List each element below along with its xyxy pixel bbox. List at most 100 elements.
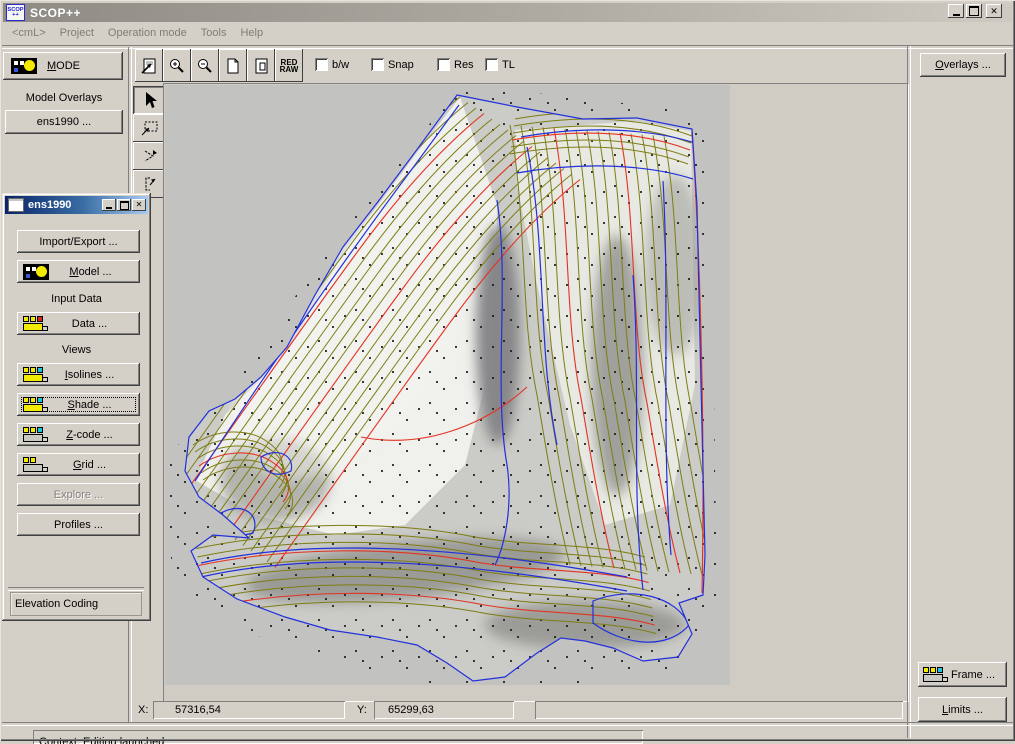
menu-help[interactable]: Help: [240, 27, 263, 39]
z-code-icon: [23, 427, 48, 443]
snap-checkbox-group: Snap: [371, 58, 414, 71]
res-checkbox-label: Res: [454, 59, 474, 71]
zoom-out-icon: [196, 57, 214, 75]
tl-checkbox-label: TL: [502, 59, 515, 71]
bracket-arrow-icon: [140, 174, 160, 194]
x-coordinate-value: 57316,54: [175, 704, 221, 716]
elevation-coding-label: Elevation Coding: [15, 598, 98, 610]
zoom-out-button[interactable]: [191, 49, 219, 82]
new-view-button[interactable]: [219, 49, 247, 82]
fit-view-icon: [140, 57, 158, 75]
grid-button[interactable]: Grid ...: [17, 453, 140, 476]
y-coordinate-field: 65299,63: [374, 701, 514, 719]
limits-button[interactable]: Limits ...: [918, 697, 1007, 722]
maximize-icon: [120, 201, 129, 210]
res-checkbox[interactable]: [437, 58, 450, 71]
red-raw-button[interactable]: REDRAW: [275, 49, 303, 82]
zoom-region-tool-button[interactable]: [133, 114, 167, 142]
y-coordinate-label: Y:: [357, 704, 367, 716]
title-bar[interactable]: SCOP++ SCOP++ ✕: [3, 3, 1012, 22]
close-icon: ✕: [990, 7, 998, 16]
overlays-button-label: O: [935, 59, 944, 71]
maximize-icon: [969, 6, 979, 16]
bw-checkbox[interactable]: [315, 58, 328, 71]
shade-button-label: S: [67, 399, 74, 411]
ens1990-title-bar[interactable]: ens1990 ✕: [5, 196, 148, 214]
ens1990-overlay-button-label: ens1990 ...: [37, 116, 91, 128]
snap-checkbox[interactable]: [371, 58, 384, 71]
x-coordinate-label: X:: [138, 704, 148, 716]
close-icon: ✕: [136, 201, 143, 209]
tl-checkbox[interactable]: [485, 58, 498, 71]
z-code-button[interactable]: Z-code ...: [17, 423, 140, 446]
y-coordinate-value: 65299,63: [388, 704, 434, 716]
tl-checkbox-group: TL: [485, 58, 515, 71]
mode-button[interactable]: MODE: [3, 52, 123, 80]
profiles-button-label: Profiles ...: [54, 519, 103, 531]
dashed-rect-arrow-icon: [140, 118, 160, 138]
frame-icon: [923, 667, 948, 683]
chevron-arrow-icon: [140, 146, 160, 166]
frame-button-label: Frame ...: [951, 669, 995, 681]
bw-checkbox-label: b/w: [332, 59, 349, 71]
ens1990-maximize-button[interactable]: [117, 199, 131, 211]
minimize-button[interactable]: [948, 4, 964, 18]
footer-separator: [8, 587, 144, 591]
elevation-coding-box[interactable]: Elevation Coding: [10, 592, 142, 616]
minimize-icon: [106, 207, 112, 209]
data-button[interactable]: Data ...: [17, 312, 140, 335]
right-panel-separator: [907, 46, 911, 738]
terrain-map-view[interactable]: [165, 85, 730, 685]
import-export-button[interactable]: Import/Export ...: [17, 230, 140, 253]
data-icon: [23, 316, 48, 332]
grid-button-label: G: [73, 459, 82, 471]
bw-checkbox-group: b/w: [315, 58, 349, 71]
select-tool-button[interactable]: [133, 86, 167, 114]
shade-icon: [23, 397, 48, 413]
mode-icon: [11, 58, 37, 74]
explore-button-label: Explore ...: [54, 489, 104, 501]
model-button[interactable]: Model ...: [17, 260, 140, 283]
map-canvas[interactable]: [165, 85, 730, 685]
blank-page-icon: [224, 57, 242, 75]
menu-operation-mode[interactable]: Operation mode: [108, 27, 187, 39]
zoom-in-icon: [168, 57, 186, 75]
model-icon: [23, 264, 49, 280]
shade-button[interactable]: Shade ...: [17, 393, 140, 416]
map-viewport: [163, 83, 909, 702]
window-title: SCOP++: [30, 6, 81, 20]
ens1990-minimize-button[interactable]: [102, 199, 116, 211]
mass-points-layer: [165, 85, 717, 685]
import-export-button-label: Import/Export ...: [39, 236, 117, 248]
overlays-button[interactable]: Overlays ...: [920, 53, 1006, 77]
ens1990-close-button[interactable]: ✕: [132, 199, 146, 211]
ens1990-window: ens1990 ✕ Import/Export ... Model ... In…: [2, 193, 151, 621]
bottom-status-text: Context: Editing launched: [39, 736, 164, 744]
mode-label: M: [47, 60, 56, 72]
ens1990-window-title: ens1990: [28, 199, 71, 211]
z-code-button-label: Z: [66, 429, 73, 441]
isolines-button[interactable]: Isolines ...: [17, 363, 140, 386]
menu-cml[interactable]: <cmL>: [12, 27, 46, 39]
menu-bar: <cmL> Project Operation mode Tools Help: [3, 22, 1012, 44]
snap-checkbox-label: Snap: [388, 59, 414, 71]
views-section-label: Views: [2, 344, 151, 356]
ens1990-overlay-button[interactable]: ens1990 ...: [5, 110, 123, 134]
x-coordinate-field: 57316,54: [153, 701, 345, 719]
frame-button[interactable]: Frame ...: [918, 662, 1007, 687]
shift-view-tool-button[interactable]: [133, 142, 167, 170]
status-message-field: [535, 701, 903, 719]
zoom-in-button[interactable]: [163, 49, 191, 82]
arrow-cursor-icon: [140, 90, 160, 110]
menu-tools[interactable]: Tools: [201, 27, 227, 39]
close-button[interactable]: ✕: [986, 4, 1002, 18]
profiles-button[interactable]: Profiles ...: [17, 513, 140, 536]
menu-project[interactable]: Project: [60, 27, 94, 39]
maximize-button[interactable]: [966, 4, 982, 18]
fit-view-button[interactable]: [135, 49, 163, 82]
clone-view-button[interactable]: [247, 49, 275, 82]
model-overlays-label: Model Overlays: [0, 92, 128, 104]
bottom-status-field: Context: Editing launched: [33, 730, 643, 744]
explore-button: Explore ...: [17, 483, 140, 506]
bottom-bar-separator: [2, 722, 1013, 726]
